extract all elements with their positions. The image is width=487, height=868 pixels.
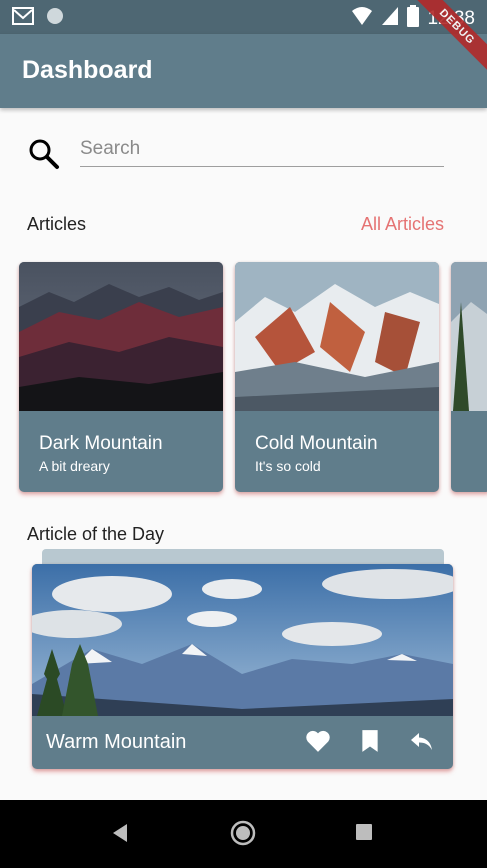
card-subtitle: It's so cold [255, 458, 321, 474]
card-title: Dark Mountain [39, 433, 163, 454]
page-title: Dashboard [22, 56, 153, 84]
sync-dot-icon [46, 7, 64, 30]
article-of-day-heading: Article of the Day [27, 524, 165, 544]
debug-banner-wrap: DEBUG [417, 0, 487, 70]
heart-icon[interactable] [305, 729, 331, 758]
article-of-day-card[interactable]: Warm Mountain [32, 564, 453, 769]
all-articles-link[interactable]: All Articles [361, 214, 444, 235]
reply-icon[interactable] [409, 731, 433, 756]
gmail-icon [12, 7, 34, 30]
articles-heading: Articles [27, 214, 87, 234]
search-input[interactable] [80, 132, 444, 167]
card-subtitle: A bit dreary [39, 458, 110, 474]
cold-mountain-image [235, 262, 439, 411]
warm-mountain-image [32, 564, 453, 716]
signal-icon [381, 6, 399, 31]
home-icon[interactable] [229, 819, 257, 852]
article-card-partial[interactable] [451, 262, 487, 492]
app-bar: Dashboard [0, 34, 487, 108]
back-icon[interactable] [111, 822, 131, 849]
partial-card-image [451, 262, 487, 411]
dark-mountain-image [19, 262, 223, 411]
recents-icon[interactable] [355, 823, 373, 846]
bookmark-icon[interactable] [361, 729, 379, 758]
card-title: Cold Mountain [255, 433, 378, 454]
status-bar: 12:38 [0, 0, 487, 34]
article-card-dark-mountain[interactable]: Dark Mountain A bit dreary [19, 262, 223, 492]
wifi-icon [351, 6, 373, 31]
search-icon[interactable] [28, 138, 60, 175]
debug-banner: DEBUG [417, 0, 487, 70]
article-title: Warm Mountain [46, 731, 187, 753]
article-card-cold-mountain[interactable]: Cold Mountain It's so cold [235, 262, 439, 492]
article-actions [305, 729, 433, 758]
system-nav-bar [0, 800, 487, 868]
